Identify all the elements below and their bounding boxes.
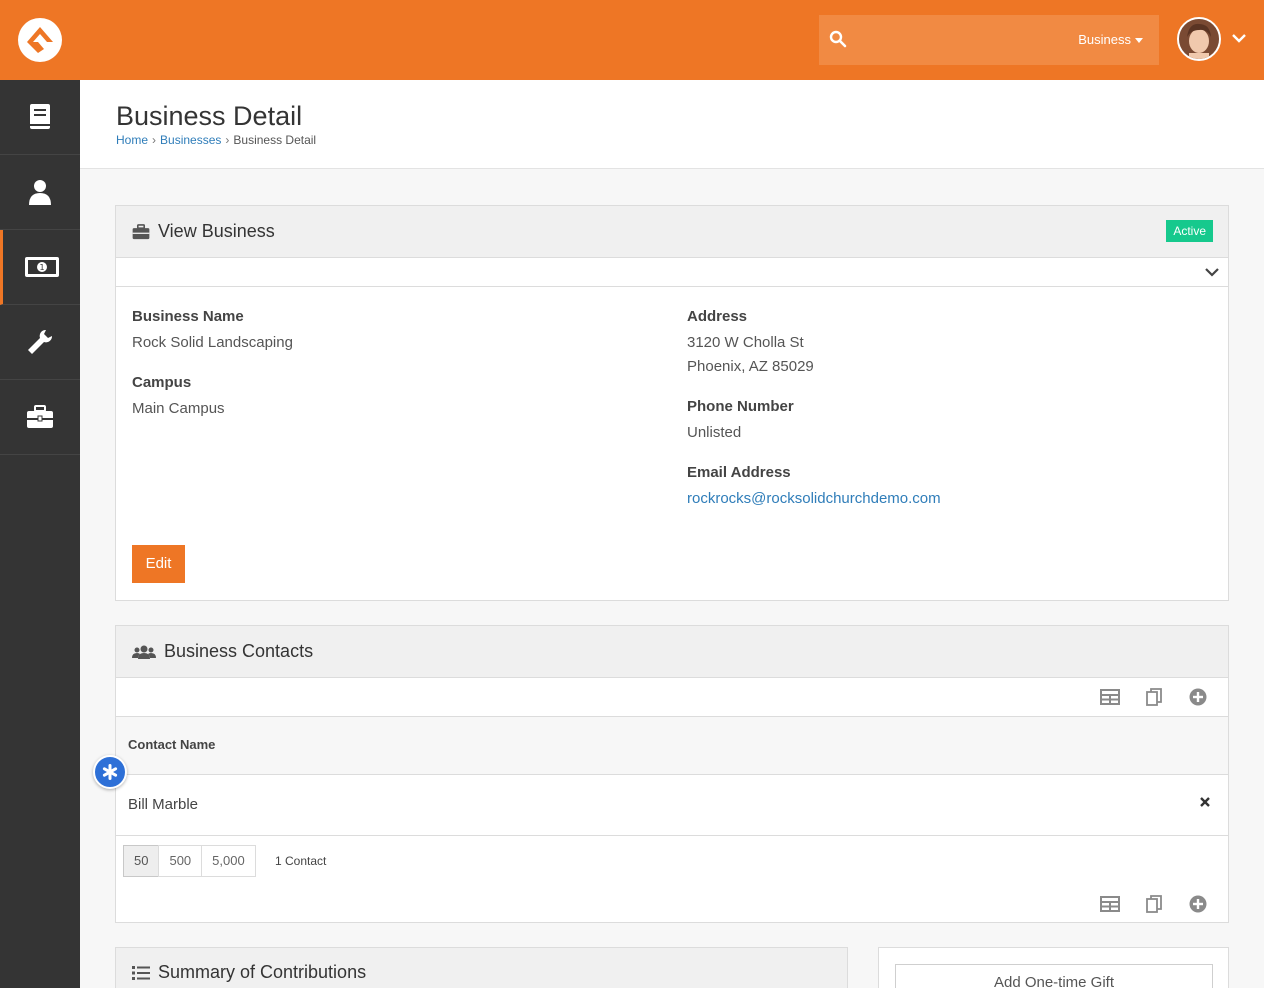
caret-down-icon bbox=[1135, 38, 1143, 44]
grid-header-row: Contact Name bbox=[116, 716, 1228, 775]
wrench-icon bbox=[28, 329, 53, 354]
business-contacts-panel: Business Contacts Contact Name Bill Marb… bbox=[115, 625, 1229, 923]
summary-contributions-panel: Summary of Contributions bbox=[115, 947, 848, 988]
panel-drawer[interactable] bbox=[116, 258, 1228, 287]
status-badge: Active bbox=[1166, 220, 1213, 242]
email-link[interactable]: rockrocks@rocksolidchurchdemo.com bbox=[687, 490, 941, 507]
campus-label: Campus bbox=[132, 374, 192, 391]
sidebar-item-finance[interactable]: 1 bbox=[0, 230, 80, 305]
phone-value: Unlisted bbox=[687, 424, 742, 441]
close-icon[interactable] bbox=[1199, 796, 1211, 808]
business-contacts-title: Business Contacts bbox=[164, 641, 314, 661]
view-business-panel: View Business Active Business Name Rock … bbox=[115, 205, 1229, 601]
column-header-contact-name[interactable]: Contact Name bbox=[128, 737, 215, 752]
briefcase-icon bbox=[27, 405, 53, 428]
sidebar-item-admin[interactable] bbox=[0, 380, 80, 455]
business-name-label: Business Name bbox=[132, 308, 244, 325]
book-icon bbox=[30, 104, 50, 129]
chevron-down-icon[interactable] bbox=[1231, 32, 1247, 44]
sidebar-item-tools[interactable] bbox=[0, 305, 80, 380]
money-icon: 1 bbox=[24, 257, 59, 277]
record-count: 1 Contact bbox=[275, 854, 327, 868]
page-size-500[interactable]: 500 bbox=[158, 845, 203, 877]
grid-actions-bottom bbox=[1088, 892, 1220, 916]
panel-title: Summary of Contributions bbox=[132, 962, 366, 983]
briefcase-icon bbox=[132, 223, 150, 239]
gift-panel: Add One-time Gift bbox=[878, 947, 1229, 988]
list-icon bbox=[132, 965, 150, 980]
panel-heading: Summary of Contributions bbox=[116, 948, 847, 988]
breadcrumb-home[interactable]: Home bbox=[116, 133, 148, 147]
address-line2: Phoenix, AZ 85029 bbox=[687, 358, 814, 375]
add-circle-icon[interactable] bbox=[1176, 892, 1220, 916]
asterisk-icon bbox=[102, 764, 118, 780]
address-label: Address bbox=[687, 308, 748, 325]
panel-title: Business Contacts bbox=[132, 641, 313, 662]
breadcrumb: Home › Businesses › Business Detail bbox=[116, 133, 316, 147]
excel-export-icon[interactable] bbox=[1088, 685, 1132, 709]
campus-value: Main Campus bbox=[132, 400, 225, 417]
grid-actions-top bbox=[1088, 685, 1220, 709]
address-line1: 3120 W Cholla St bbox=[687, 334, 804, 351]
sidebar-nav: 1 bbox=[0, 80, 80, 988]
breadcrumb-current: Business Detail bbox=[233, 133, 317, 147]
add-one-time-gift-button[interactable]: Add One-time Gift bbox=[895, 964, 1213, 988]
panel-heading: View Business Active bbox=[116, 206, 1228, 258]
business-name-value: Rock Solid Landscaping bbox=[132, 334, 293, 351]
rock-logo-icon[interactable] bbox=[18, 18, 62, 62]
add-circle-icon[interactable] bbox=[1176, 685, 1220, 709]
phone-label: Phone Number bbox=[687, 398, 794, 415]
users-icon bbox=[132, 645, 156, 659]
merge-template-icon[interactable] bbox=[1132, 892, 1176, 916]
page-header: Business Detail Home › Businesses › Business… bbox=[80, 80, 1264, 169]
chevron-right-icon: › bbox=[152, 133, 157, 147]
merge-template-icon[interactable] bbox=[1132, 685, 1176, 709]
user-icon bbox=[29, 180, 51, 205]
page-size-5000[interactable]: 5,000 bbox=[201, 845, 256, 877]
page-size-selector: 50 500 5,000 bbox=[123, 845, 256, 877]
breadcrumb-businesses[interactable]: Businesses bbox=[160, 133, 221, 147]
block-config-button[interactable] bbox=[93, 755, 127, 789]
sidebar-item-book[interactable] bbox=[0, 80, 80, 155]
search-box[interactable]: Business bbox=[819, 15, 1159, 65]
edit-button[interactable]: Edit bbox=[132, 545, 185, 583]
svg-text:1: 1 bbox=[39, 263, 44, 272]
search-icon bbox=[829, 30, 847, 48]
top-header: Business bbox=[0, 0, 1264, 80]
excel-export-icon[interactable] bbox=[1088, 892, 1132, 916]
panel-heading: Business Contacts bbox=[116, 626, 1228, 678]
contact-name-cell: Bill Marble bbox=[128, 796, 199, 813]
chevron-down-icon[interactable] bbox=[1204, 266, 1220, 278]
email-label: Email Address bbox=[687, 464, 791, 481]
search-scope-label: Business bbox=[1078, 32, 1131, 47]
page-title: Business Detail bbox=[116, 101, 303, 131]
view-business-title: View Business bbox=[158, 221, 275, 241]
page-size-50[interactable]: 50 bbox=[123, 845, 160, 877]
table-row[interactable]: Bill Marble bbox=[116, 775, 1228, 836]
avatar[interactable] bbox=[1177, 17, 1221, 61]
chevron-right-icon: › bbox=[225, 133, 230, 147]
panel-title: View Business bbox=[132, 221, 275, 242]
summary-contributions-title: Summary of Contributions bbox=[158, 962, 367, 982]
search-scope-dropdown[interactable]: Business bbox=[1078, 32, 1143, 47]
sidebar-item-people[interactable] bbox=[0, 155, 80, 230]
